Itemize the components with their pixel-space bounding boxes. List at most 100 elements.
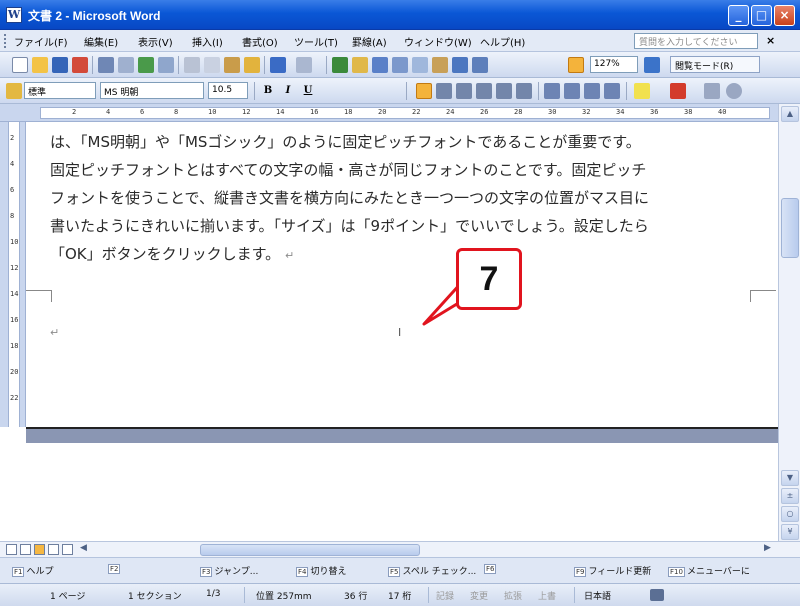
show-formatting-icon[interactable]	[568, 57, 584, 73]
undo-icon[interactable]	[270, 57, 286, 73]
fkey-f5[interactable]: F5 スペル チェック...	[388, 564, 476, 577]
save-icon[interactable]	[52, 57, 68, 73]
maximize-button[interactable]: □	[751, 5, 772, 26]
print-layout-view-icon[interactable]	[34, 544, 45, 555]
outline-view-icon[interactable]	[48, 544, 59, 555]
normal-view-icon[interactable]	[6, 544, 17, 555]
new-document-icon[interactable]	[12, 57, 28, 73]
horizontal-scrollbar[interactable]: ◀ ▶	[0, 541, 800, 557]
menu-tools[interactable]: ツール(T)	[294, 34, 338, 49]
align-center-icon[interactable]	[436, 83, 452, 99]
close-button[interactable]: ×	[774, 5, 795, 26]
font-select[interactable]: MS 明朝	[100, 82, 204, 99]
open-icon[interactable]	[32, 57, 48, 73]
paste-icon[interactable]	[224, 57, 240, 73]
align-right-icon[interactable]	[456, 83, 472, 99]
decrease-indent-icon[interactable]	[584, 83, 600, 99]
columns-icon[interactable]	[412, 57, 428, 73]
tables-borders-icon[interactable]	[352, 57, 368, 73]
hyperlink-icon[interactable]	[332, 57, 348, 73]
highlight-icon[interactable]	[634, 83, 650, 99]
bold-button[interactable]: B	[260, 82, 276, 99]
menu-table[interactable]: 罫線(A)	[352, 34, 387, 49]
status-ovr[interactable]: 上書	[538, 589, 556, 602]
numbering-icon[interactable]	[544, 83, 560, 99]
document-close-icon[interactable]: ×	[766, 34, 775, 47]
previous-page-button[interactable]: ±	[781, 488, 799, 504]
insert-table-icon[interactable]	[372, 57, 388, 73]
next-page-button[interactable]: ¥	[781, 524, 799, 540]
phonetic-guide-icon[interactable]	[704, 83, 720, 99]
status-rec[interactable]: 記録	[436, 589, 454, 602]
scroll-right-button[interactable]: ▶	[764, 543, 771, 553]
menu-window[interactable]: ウィンドウ(W)	[404, 34, 472, 49]
next-page[interactable]	[26, 443, 778, 543]
vertical-ruler-tick-label: 12	[10, 264, 19, 272]
menu-help[interactable]: ヘルプ(H)	[480, 34, 525, 49]
vertical-scrollbar[interactable]: ▲ ▼ ± ○ ¥	[778, 104, 800, 541]
scroll-left-button[interactable]: ◀	[80, 543, 87, 553]
print-preview-icon[interactable]	[118, 57, 134, 73]
status-ext[interactable]: 拡張	[504, 589, 522, 602]
reading-mode-button[interactable]: 閲覧モード(R)	[670, 56, 760, 73]
format-painter-icon[interactable]	[244, 57, 260, 73]
fkey-f9[interactable]: F9 フィールド更新	[574, 564, 651, 577]
horizontal-ruler[interactable]: 2 4 6 8 10 12 14 16 18 20 22 24 26 28 30 32 34 36 38 40	[0, 104, 800, 122]
redo-icon[interactable]	[296, 57, 312, 73]
document-line: 固定ピッチフォントとはすべての文字の幅・高さが同じフォントのことです。固定ピッチ	[50, 161, 647, 179]
print-icon[interactable]	[98, 57, 114, 73]
font-color-icon[interactable]	[670, 83, 686, 99]
drawing-icon[interactable]	[432, 57, 448, 73]
style-select[interactable]: 標準	[24, 82, 96, 99]
menu-insert[interactable]: 挿入(I)	[192, 34, 223, 49]
fkey-f2[interactable]: F2	[108, 564, 122, 574]
menu-format[interactable]: 書式(O)	[242, 34, 278, 49]
justify-icon[interactable]	[476, 83, 492, 99]
enclose-characters-icon[interactable]	[726, 83, 742, 99]
fkey-f3[interactable]: F3 ジャンプ...	[200, 564, 258, 577]
cut-icon[interactable]	[184, 57, 200, 73]
document-page[interactable]: は、「MS明朝」や「MSゴシック」のように固定ピッチフォントであることが重要です…	[26, 122, 778, 427]
document-body[interactable]: は、「MS明朝」や「MSゴシック」のように固定ピッチフォントであることが重要です…	[50, 128, 770, 268]
zoom-select[interactable]: 127%	[590, 56, 638, 73]
scroll-up-button[interactable]: ▲	[781, 106, 799, 122]
bullets-icon[interactable]	[564, 83, 580, 99]
permission-icon[interactable]	[72, 57, 88, 73]
align-left-icon[interactable]	[416, 83, 432, 99]
italic-button[interactable]: I	[280, 82, 296, 99]
fkey-f10[interactable]: F10 メニューバーに	[668, 564, 750, 577]
menu-file[interactable]: ファイル(F)	[14, 34, 68, 49]
menu-grip[interactable]	[4, 34, 7, 48]
spelling-status-icon[interactable]	[650, 589, 664, 601]
help-search-input[interactable]: 質問を入力してください	[634, 33, 758, 49]
horizontal-scroll-thumb[interactable]	[200, 544, 420, 556]
scroll-down-button[interactable]: ▼	[781, 470, 799, 486]
fkey-f4[interactable]: F4 切り替え	[296, 564, 347, 577]
spelling-icon[interactable]	[138, 57, 154, 73]
status-trk[interactable]: 変更	[470, 589, 488, 602]
web-layout-view-icon[interactable]	[20, 544, 31, 555]
reading-layout-view-icon[interactable]	[62, 544, 73, 555]
fkey-f1[interactable]: F1 ヘルプ	[12, 564, 54, 577]
font-size-select[interactable]: 10.5	[208, 82, 248, 99]
word-app-icon[interactable]: W	[6, 7, 22, 23]
vertical-ruler[interactable]: 2 4 6 8 10 12 14 16 18 20 22	[0, 122, 26, 427]
underline-button[interactable]: U	[300, 82, 316, 99]
status-page-of: 1/3	[206, 589, 221, 599]
vertical-scroll-thumb[interactable]	[781, 198, 799, 258]
fkey-f6[interactable]: F6	[484, 564, 498, 574]
help-icon[interactable]	[644, 57, 660, 73]
minimize-button[interactable]: _	[728, 5, 749, 26]
select-browse-object-button[interactable]: ○	[781, 506, 799, 522]
increase-indent-icon[interactable]	[604, 83, 620, 99]
menu-edit[interactable]: 編集(E)	[84, 34, 118, 49]
styles-pane-icon[interactable]	[6, 83, 22, 99]
show-hide-icon[interactable]	[472, 57, 488, 73]
document-map-icon[interactable]	[452, 57, 468, 73]
line-spacing-icon[interactable]	[516, 83, 532, 99]
distribute-icon[interactable]	[496, 83, 512, 99]
copy-icon[interactable]	[204, 57, 220, 73]
research-icon[interactable]	[158, 57, 174, 73]
insert-excel-icon[interactable]	[392, 57, 408, 73]
menu-view[interactable]: 表示(V)	[138, 34, 173, 49]
